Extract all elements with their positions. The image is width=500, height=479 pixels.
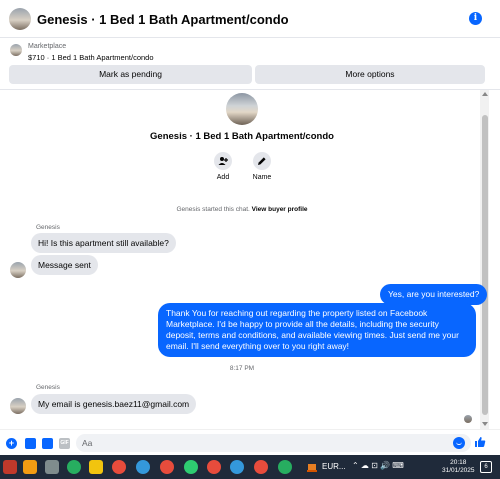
chrome-icon[interactable] [207, 460, 221, 474]
message-input[interactable]: Aa [76, 434, 471, 452]
emoji-icon[interactable] [453, 437, 465, 449]
clock-time: 20:18 [450, 459, 467, 466]
add-label: Add [216, 174, 230, 181]
name-action[interactable]: Name [244, 152, 280, 181]
seen-indicator-avatar [464, 415, 472, 423]
like-icon[interactable] [474, 436, 486, 451]
sender-avatar[interactable] [10, 262, 26, 278]
conversation-photo [226, 93, 258, 125]
weather-icon[interactable] [305, 460, 319, 474]
listing-thumbnail[interactable] [9, 8, 31, 30]
add-person-icon[interactable] [214, 152, 232, 170]
chrome-icon[interactable] [230, 460, 244, 474]
outgoing-message[interactable]: Thank You for reaching out regarding the… [158, 303, 476, 357]
incoming-message[interactable]: My email is genesis.baez11@gmail.com [31, 394, 197, 414]
plus-icon[interactable]: + [6, 438, 17, 449]
scroll-down-arrow-icon[interactable] [482, 422, 488, 426]
pencil-icon[interactable] [253, 152, 271, 170]
gif-icon[interactable]: GIF [59, 438, 70, 449]
chrome-icon[interactable] [67, 460, 81, 474]
outgoing-message[interactable]: Yes, are you interested? [380, 284, 488, 305]
add-action[interactable]: Add [205, 152, 241, 181]
sender-name: Genesis [36, 224, 60, 231]
chat-started-note: Genesis started this chat. View buyer pr… [0, 206, 484, 213]
system-tray[interactable]: ⌃ ☁ ⊡ 🔊 ⌨ [352, 461, 404, 470]
chat-header: Genesis · 1 Bed 1 Bath Apartment/condo i [0, 0, 500, 38]
taskbar: EUR... ⌃ ☁ ⊡ 🔊 ⌨ 20:18 31/01/2025 6 [0, 455, 500, 479]
taskbar-app-icon[interactable] [3, 460, 17, 474]
chrome-icon[interactable] [136, 460, 150, 474]
more-options-button[interactable]: More options [255, 65, 485, 84]
listing-price-title[interactable]: $710 · 1 Bed 1 Bath Apartment/condo [28, 53, 154, 62]
message-composer: + GIF Aa [0, 429, 500, 455]
chat-title[interactable]: Genesis · 1 Bed 1 Bath Apartment/condo [37, 12, 289, 27]
clock[interactable]: 20:18 31/01/2025 [442, 459, 475, 475]
chrome-icon[interactable] [254, 460, 268, 474]
listing-bar: Marketplace $710 · 1 Bed 1 Bath Apartmen… [0, 38, 500, 90]
chrome-icon[interactable] [160, 460, 174, 474]
info-icon[interactable]: i [469, 12, 482, 25]
listing-small-thumbnail [10, 44, 22, 56]
scroll-up-arrow-icon[interactable] [482, 92, 488, 96]
incoming-message[interactable]: Hi! Is this apartment still available? [31, 233, 176, 253]
notification-badge[interactable]: 6 [480, 461, 492, 473]
clock-date: 31/01/2025 [442, 467, 475, 474]
marketplace-label: Marketplace [28, 43, 67, 50]
incoming-message[interactable]: Message sent [31, 255, 98, 275]
photo-icon[interactable] [25, 438, 36, 449]
taskbar-app-icon[interactable] [89, 460, 103, 474]
view-buyer-profile-link[interactable]: View buyer profile [252, 206, 308, 213]
sender-name: Genesis [36, 384, 60, 391]
sticker-icon[interactable] [42, 438, 53, 449]
sender-avatar[interactable] [10, 398, 26, 414]
message-timestamp: 8:17 PM [229, 365, 255, 372]
conversation-title: Genesis · 1 Bed 1 Bath Apartment/condo [150, 131, 334, 142]
calendar-icon[interactable] [23, 460, 37, 474]
name-label: Name [252, 174, 272, 181]
mark-as-pending-button[interactable]: Mark as pending [9, 65, 252, 84]
chrome-icon[interactable] [278, 460, 292, 474]
chrome-icon[interactable] [112, 460, 126, 474]
chat-started-text: Genesis started this chat. [176, 206, 250, 213]
chrome-icon[interactable] [184, 460, 198, 474]
weather-label[interactable]: EUR... [322, 462, 346, 471]
messenger-window: Genesis · 1 Bed 1 Bath Apartment/condo i… [0, 0, 500, 479]
taskbar-app-icon[interactable] [45, 460, 59, 474]
